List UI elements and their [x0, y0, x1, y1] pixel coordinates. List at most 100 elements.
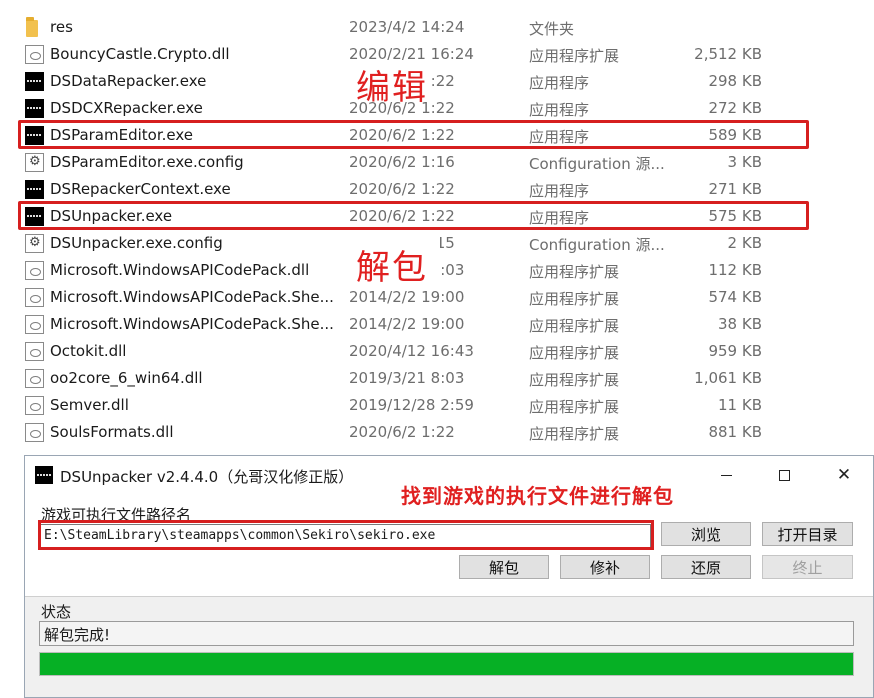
window-title: DSUnpacker v2.4.4.0（允哥汉化修正版） — [60, 468, 354, 486]
unpacker-dialog: DSUnpacker v2.4.4.0（允哥汉化修正版） ✕ 游戏可执行文件路径… — [24, 455, 874, 698]
file-type: Configuration 源... — [529, 155, 664, 173]
file-size: 11 KB — [718, 396, 762, 414]
file-date: 2014/2/2 19:00 — [349, 288, 465, 306]
file-name: BouncyCastle.Crypto.dll — [50, 45, 230, 63]
open-directory-button[interactable]: 打开目录 — [762, 522, 853, 546]
dll-file-icon — [25, 423, 44, 442]
annotation-unpack: 解包 — [356, 248, 428, 288]
file-type: Configuration 源... — [529, 236, 664, 254]
minimize-button[interactable] — [697, 456, 755, 494]
file-name: Semver.dll — [50, 396, 129, 414]
minimize-icon — [720, 474, 732, 476]
file-date: 2019/12/28 2:59 — [349, 396, 474, 414]
file-size: 2,512 KB — [694, 45, 762, 63]
file-date: 2020/6/2 1:22 — [349, 180, 455, 198]
highlight-dsunpacker — [18, 201, 809, 230]
patch-button[interactable]: 修补 — [560, 555, 650, 579]
file-name: oo2core_6_win64.dll — [50, 369, 203, 387]
file-date: 2014/2/2 19:00 — [349, 315, 465, 333]
dll-file-icon — [25, 396, 44, 415]
file-date: 2020/6/2 1:16 — [349, 153, 455, 171]
file-row[interactable]: res 2023/4/2 14:24 文件夹 — [0, 14, 874, 41]
highlight-path-input — [38, 520, 654, 550]
exe-file-icon — [25, 72, 44, 91]
file-size: 1,061 KB — [694, 369, 762, 387]
file-type: 应用程序扩展 — [529, 425, 620, 443]
file-row[interactable]: Microsoft.WindowsAPICodePack.She... 2014/… — [0, 311, 874, 338]
file-date: 2020/4/12 16:43 — [349, 342, 474, 360]
file-type: 应用程序 — [529, 182, 590, 200]
file-type: 应用程序扩展 — [529, 263, 620, 281]
file-name: SoulsFormats.dll — [50, 423, 174, 441]
file-name: DSDataRepacker.exe — [50, 72, 207, 90]
file-size: 881 KB — [708, 423, 762, 441]
file-size: 271 KB — [708, 180, 762, 198]
browse-button[interactable]: 浏览 — [661, 522, 751, 546]
file-row[interactable]: DSDCXRepacker.exe 2020/6/2 1:22 应用程序 272 KB — [0, 95, 874, 122]
file-name: res — [50, 18, 73, 36]
dll-file-icon — [25, 369, 44, 388]
exe-file-icon — [25, 99, 44, 118]
annotation-dialog-hint: 找到游戏的执行文件进行解包 — [401, 484, 674, 508]
abort-button[interactable]: 终止 — [762, 555, 853, 579]
file-type: 应用程序扩展 — [529, 371, 620, 389]
file-type: 应用程序扩展 — [529, 344, 620, 362]
divider — [25, 596, 873, 597]
restore-button[interactable]: 还原 — [661, 555, 751, 579]
status-label: 状态 — [41, 603, 72, 621]
file-type: 应用程序扩展 — [529, 398, 620, 416]
file-name: Octokit.dll — [50, 342, 127, 360]
file-name: DSRepackerContext.exe — [50, 180, 231, 198]
maximize-icon — [778, 469, 790, 481]
highlight-dsparameditor — [18, 120, 809, 149]
progress-bar — [39, 652, 854, 676]
file-type: 应用程序 — [529, 74, 590, 92]
file-name: DSUnpacker.exe.config — [50, 234, 223, 252]
dll-file-icon — [25, 315, 44, 334]
file-size: 574 KB — [708, 288, 762, 306]
file-row[interactable]: Octokit.dll 2020/4/12 16:43 应用程序扩展 959 KB — [0, 338, 874, 365]
dll-file-icon — [25, 45, 44, 64]
close-icon: ✕ — [836, 465, 852, 485]
close-button[interactable]: ✕ — [815, 456, 873, 494]
exe-file-icon — [25, 180, 44, 199]
maximize-button[interactable] — [755, 456, 813, 494]
file-size: 959 KB — [708, 342, 762, 360]
app-icon — [35, 466, 53, 484]
file-name: Microsoft.WindowsAPICodePack.dll — [50, 261, 310, 279]
file-size: 272 KB — [708, 99, 762, 117]
config-file-icon — [25, 153, 44, 172]
file-name: DSDCXRepacker.exe — [50, 99, 203, 117]
unpack-button[interactable]: 解包 — [459, 555, 549, 579]
file-row[interactable]: oo2core_6_win64.dll 2019/3/21 8:03 应用程序扩展 1… — [0, 365, 874, 392]
file-size: 2 KB — [727, 234, 762, 252]
file-type: 文件夹 — [529, 20, 575, 38]
file-size: 112 KB — [708, 261, 762, 279]
file-row[interactable]: SoulsFormats.dll 2020/6/2 1:22 应用程序扩展 881 K… — [0, 419, 874, 446]
file-row[interactable]: DSRepackerContext.exe 2020/6/2 1:22 应用程序 27… — [0, 176, 874, 203]
dll-file-icon — [25, 342, 44, 361]
folder-icon — [26, 17, 38, 37]
dll-file-icon — [25, 261, 44, 280]
file-type: 应用程序扩展 — [529, 290, 620, 308]
file-type: 应用程序扩展 — [529, 47, 620, 65]
file-size: 298 KB — [708, 72, 762, 90]
file-name: DSParamEditor.exe.config — [50, 153, 244, 171]
file-size: 3 KB — [727, 153, 762, 171]
progress-fill — [40, 653, 853, 675]
file-row[interactable]: BouncyCastle.Crypto.dll 2020/2/21 16:24 应用… — [0, 41, 874, 68]
file-name: Microsoft.WindowsAPICodePack.She... — [50, 315, 334, 333]
file-row[interactable]: Microsoft.WindowsAPICodePack.She... 2014/… — [0, 284, 874, 311]
file-row[interactable]: Semver.dll 2019/12/28 2:59 应用程序扩展 11 KB — [0, 392, 874, 419]
file-type: 应用程序 — [529, 101, 590, 119]
file-date: 2020/6/2 1:22 — [349, 423, 455, 441]
config-file-icon — [25, 234, 44, 253]
file-size: 38 KB — [718, 315, 762, 333]
annotation-edit: 编辑 — [356, 68, 428, 108]
file-row[interactable]: DSParamEditor.exe.config 2020/6/2 1:16 Con… — [0, 149, 874, 176]
status-field: 解包完成! — [39, 621, 854, 646]
dll-file-icon — [25, 288, 44, 307]
file-date: 2019/3/21 8:03 — [349, 369, 465, 387]
file-row[interactable]: DSDataRepacker.exe2020/6/2 1:22应用程序298 K… — [0, 68, 874, 95]
file-type: 应用程序扩展 — [529, 317, 620, 335]
